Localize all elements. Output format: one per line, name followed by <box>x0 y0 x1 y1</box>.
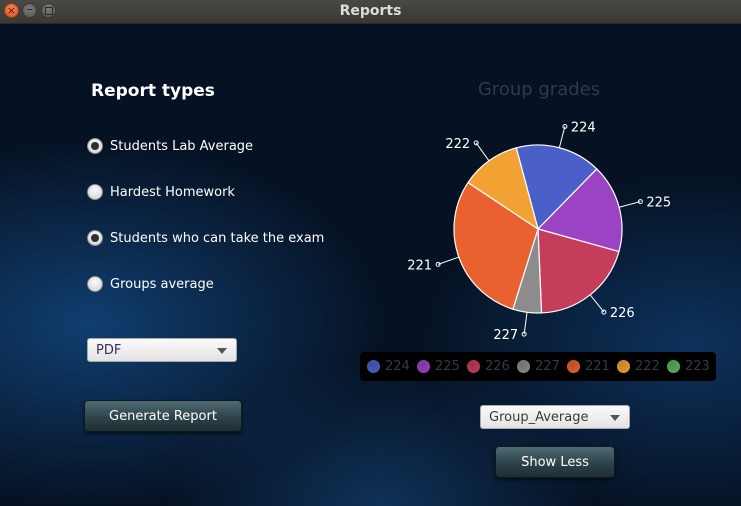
label-leader-line <box>558 126 566 148</box>
legend-item-223: 223 <box>667 358 710 374</box>
legend-swatch <box>467 359 480 373</box>
label-leader-line <box>523 312 528 335</box>
reports-window: × – Reports Report types Students Lab Av… <box>0 0 741 506</box>
legend-item-222: 222 <box>617 358 660 374</box>
pie-label-221: 221 <box>407 258 432 273</box>
pie-label-227: 227 <box>493 328 518 343</box>
label-leader-line <box>589 294 605 313</box>
chevron-down-icon <box>610 415 620 421</box>
pie-label-222: 222 <box>445 137 470 152</box>
legend-label: 224 <box>385 358 410 374</box>
legend-label: 225 <box>435 358 460 374</box>
legend-swatch <box>367 359 380 373</box>
chart-legend: 224 225 226 227 221 222 223 <box>360 352 716 381</box>
label-leader-line <box>437 256 459 265</box>
legend-item-225: 225 <box>417 358 460 374</box>
legend-item-224: 224 <box>367 358 410 374</box>
pie-chart: 224 225 226 227 221 222 <box>407 120 671 343</box>
legend-label: 221 <box>585 358 610 374</box>
chart-type-select[interactable]: Group_Average <box>480 405 630 429</box>
legend-label: 223 <box>685 358 710 374</box>
legend-swatch <box>667 359 680 373</box>
pie-label-225: 225 <box>646 196 671 211</box>
chart-type-select-value: Group_Average <box>489 410 589 425</box>
label-leader-line <box>475 142 490 162</box>
legend-swatch <box>417 359 430 373</box>
report-panel: Report types Students Lab Average Hardes… <box>0 24 741 506</box>
legend-label: 227 <box>535 358 560 374</box>
pie-label-224: 224 <box>571 120 596 135</box>
legend-label: 226 <box>485 358 510 374</box>
legend-item-221: 221 <box>567 358 610 374</box>
legend-swatch <box>567 359 580 373</box>
show-less-button[interactable]: Show Less <box>495 446 615 478</box>
legend-item-226: 226 <box>467 358 510 374</box>
pie-label-226: 226 <box>610 306 635 321</box>
title-bar: × – Reports <box>0 0 741 24</box>
legend-label: 222 <box>635 358 660 374</box>
legend-item-227: 227 <box>517 358 560 374</box>
legend-swatch <box>617 359 630 373</box>
legend-swatch <box>517 359 530 373</box>
window-title: Reports <box>339 3 402 19</box>
label-leader-line <box>619 201 641 208</box>
